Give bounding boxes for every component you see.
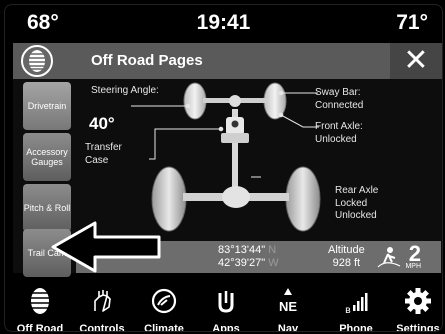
latitude: 83°13'44"	[218, 244, 266, 256]
longitude: 42°39'27"	[218, 257, 266, 269]
nav-label: Climate	[144, 323, 184, 332]
nav-label: Nav	[277, 323, 299, 332]
rear-axle-label: Rear Axle Locked Unlocked	[335, 185, 379, 221]
page-title: Off Road Pages	[91, 52, 203, 69]
nav-nav[interactable]: NE Nav	[261, 285, 315, 332]
longitude-direction: W	[268, 257, 279, 269]
coordinates: 83°13'44" N 42°39'27" W	[218, 244, 279, 270]
nav-settings[interactable]: Settings	[391, 285, 442, 332]
controls-hand-icon	[94, 290, 111, 312]
svg-text:ʙ: ʙ	[345, 305, 351, 315]
altitude-value: 928 ft	[332, 257, 361, 269]
phone-signal-icon: ʙ	[345, 293, 368, 315]
steering-angle-label: Steering Angle:	[91, 85, 159, 96]
outside-temp-left: 68°	[27, 11, 59, 34]
altitude: Altitude 928 ft	[328, 244, 365, 270]
status-bar: 68° 19:41 71°	[5, 5, 442, 41]
hiker-icon	[377, 247, 401, 268]
nav-climate[interactable]: Climate	[137, 285, 191, 332]
screen-frame: 68° 19:41 71° Off Road Pages ✕ Drivetrai…	[4, 4, 443, 332]
front-axle-label: Front Axle: Unlocked	[315, 121, 363, 145]
title-bar: Off Road Pages ✕	[13, 43, 442, 79]
bottom-nav-bar: Off Road Controls Climate Apps NE Nav ʙ …	[9, 285, 442, 332]
transfer-case-label: Transfer Case	[85, 142, 122, 166]
nav-label: Phone	[339, 323, 373, 332]
steering-angle-value: 40°	[89, 114, 115, 133]
outside-temp-right: 71°	[396, 11, 428, 34]
nav-label: Off Road	[16, 323, 64, 332]
arrow-callout-icon	[51, 221, 161, 273]
close-button[interactable]: ✕	[390, 43, 442, 79]
sway-bar-label: Sway Bar: Connected	[315, 87, 364, 111]
clock: 19:41	[196, 11, 251, 34]
climate-icon	[151, 288, 177, 314]
nav-controls[interactable]: Controls	[75, 285, 129, 332]
compass-heading: NE	[279, 299, 297, 314]
nav-label: Controls	[79, 323, 125, 332]
speed-unit: MPH	[405, 263, 421, 270]
compass-icon: NE	[279, 288, 297, 314]
off-road-tire-icon	[31, 288, 49, 314]
nav-apps[interactable]: Apps	[199, 285, 253, 332]
apps-icon	[218, 291, 234, 313]
nav-off-road[interactable]: Off Road	[13, 285, 67, 332]
nav-label: Settings	[396, 323, 440, 332]
altitude-label: Altitude	[328, 244, 365, 256]
latitude-direction: N	[268, 244, 277, 256]
transfer-case	[221, 117, 249, 143]
off-road-tire-icon	[21, 45, 53, 77]
nav-label: Apps	[212, 323, 240, 332]
nav-phone[interactable]: ʙ Phone	[329, 285, 383, 332]
gear-icon	[405, 288, 431, 314]
